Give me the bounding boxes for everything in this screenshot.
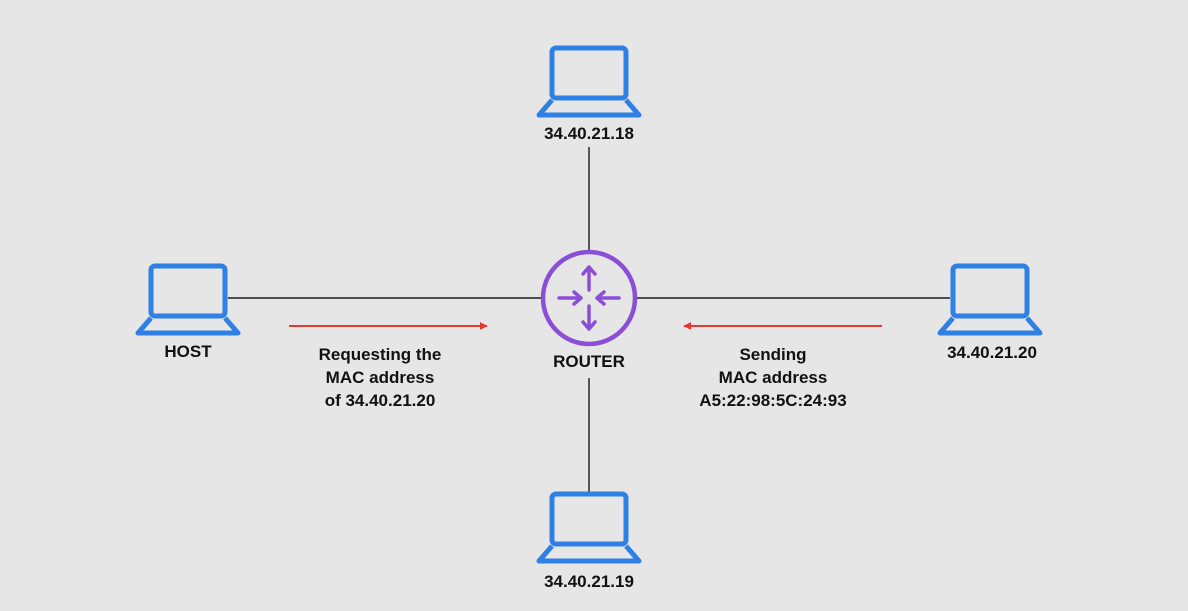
reply-message-line-1: Sending bbox=[739, 345, 807, 364]
reply-message-line-2: MAC address bbox=[718, 368, 828, 387]
request-message-line-1: Requesting the bbox=[318, 345, 442, 364]
node-label-right: 34.40.21.20 bbox=[947, 343, 1037, 362]
node-label-top: 34.40.21.18 bbox=[544, 124, 634, 143]
network-diagram: 34.40.21.18 HOST ROUTER 34.40.21.20 34.4… bbox=[0, 0, 1188, 606]
laptop-icon-host bbox=[135, 263, 241, 336]
diagram-canvas bbox=[135, 45, 1043, 564]
laptop-icon-top bbox=[536, 45, 642, 118]
node-label-router: ROUTER bbox=[553, 352, 625, 371]
laptop-icon-right bbox=[937, 263, 1043, 336]
reply-message-line-3: A5:22:98:5C:24:93 bbox=[699, 391, 847, 410]
reply-message: Sending MAC address A5:22:98:5C:24:93 bbox=[683, 343, 863, 412]
request-message: Requesting the MAC address of 34.40.21.2… bbox=[290, 343, 470, 412]
node-label-bottom: 34.40.21.19 bbox=[544, 572, 634, 591]
router-icon bbox=[540, 249, 638, 347]
node-label-host: HOST bbox=[164, 342, 212, 361]
laptop-icon-bottom bbox=[536, 491, 642, 564]
request-message-line-3: of 34.40.21.20 bbox=[324, 391, 436, 410]
request-message-line-2: MAC address bbox=[325, 368, 435, 387]
